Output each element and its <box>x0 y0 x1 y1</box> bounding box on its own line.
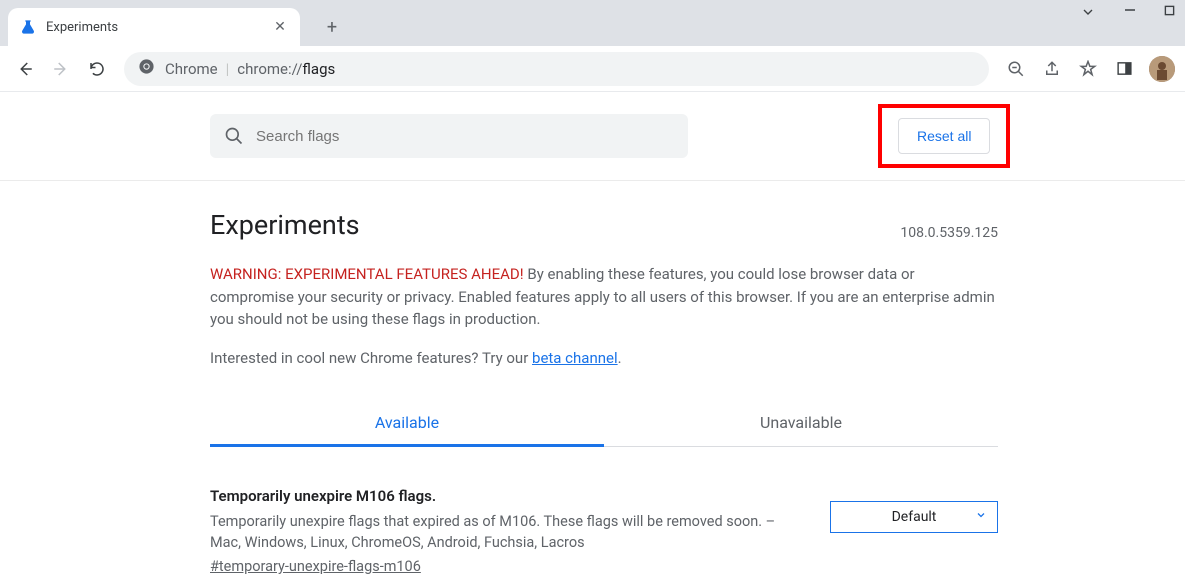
avatar[interactable] <box>1149 56 1175 82</box>
tab-unavailable[interactable]: Unavailable <box>604 401 998 446</box>
reset-all-button[interactable]: Reset all <box>898 118 990 154</box>
toolbar: Chrome | chrome://flags <box>0 46 1185 92</box>
warning-label: WARNING: EXPERIMENTAL FEATURES AHEAD! <box>210 265 524 283</box>
url-path: flags <box>302 60 335 78</box>
share-icon[interactable] <box>1037 54 1067 84</box>
version-label: 108.0.5359.125 <box>900 225 998 241</box>
interest-pre: Interested in cool new Chrome features? … <box>210 349 532 367</box>
close-icon[interactable]: ✕ <box>272 19 288 35</box>
flag-item: Temporarily unexpire M106 flags. Tempora… <box>210 487 998 575</box>
url-prefix: chrome:// <box>237 60 302 78</box>
zoom-out-icon[interactable] <box>1001 54 1031 84</box>
flag-text: Temporarily unexpire M106 flags. Tempora… <box>210 487 800 575</box>
tab-search-icon[interactable] <box>1080 4 1096 24</box>
chrome-icon <box>138 58 155 79</box>
tab-title: Experiments <box>46 20 272 35</box>
flag-description: Temporarily unexpire flags that expired … <box>210 511 800 555</box>
beta-channel-link[interactable]: beta channel <box>532 349 618 367</box>
page-title: Experiments <box>210 209 360 241</box>
minimize-button[interactable] <box>1124 4 1136 24</box>
separator: | <box>226 60 230 78</box>
content: Experiments 108.0.5359.125 WARNING: EXPE… <box>210 181 998 575</box>
tab-available[interactable]: Available <box>210 401 604 447</box>
interest-text: Interested in cool new Chrome features? … <box>210 349 998 367</box>
header-row: Experiments 108.0.5359.125 <box>210 209 998 241</box>
chevron-down-icon <box>975 509 987 525</box>
bookmark-icon[interactable] <box>1073 54 1103 84</box>
forward-button <box>46 54 76 84</box>
omnibox[interactable]: Chrome | chrome://flags <box>124 52 989 86</box>
maximize-button[interactable] <box>1164 4 1175 24</box>
tab-strip: Experiments ✕ + <box>0 0 1185 46</box>
url-scheme: Chrome <box>165 60 218 78</box>
reload-button[interactable] <box>82 54 112 84</box>
reset-highlight: Reset all <box>878 104 1010 168</box>
interest-post: . <box>618 349 622 367</box>
flag-hash-link[interactable]: #temporary-unexpire-flags-m106 <box>210 558 421 575</box>
flags-page: Reset all Experiments 108.0.5359.125 WAR… <box>0 92 1185 575</box>
back-button[interactable] <box>10 54 40 84</box>
search-icon <box>224 126 244 146</box>
flask-icon <box>20 19 36 35</box>
side-panel-icon[interactable] <box>1109 54 1139 84</box>
tabs: Available Unavailable <box>210 401 998 447</box>
search-box[interactable] <box>210 114 688 158</box>
new-tab-button[interactable]: + <box>318 13 346 41</box>
flag-select-value: Default <box>892 509 937 525</box>
flag-title: Temporarily unexpire M106 flags. <box>210 487 800 505</box>
warning-text: WARNING: EXPERIMENTAL FEATURES AHEAD! By… <box>210 263 998 331</box>
window-controls <box>1080 4 1175 24</box>
search-input[interactable] <box>256 128 674 145</box>
flag-select[interactable]: Default <box>830 501 998 533</box>
browser-tab[interactable]: Experiments ✕ <box>8 8 300 46</box>
top-bar: Reset all <box>0 92 1185 181</box>
